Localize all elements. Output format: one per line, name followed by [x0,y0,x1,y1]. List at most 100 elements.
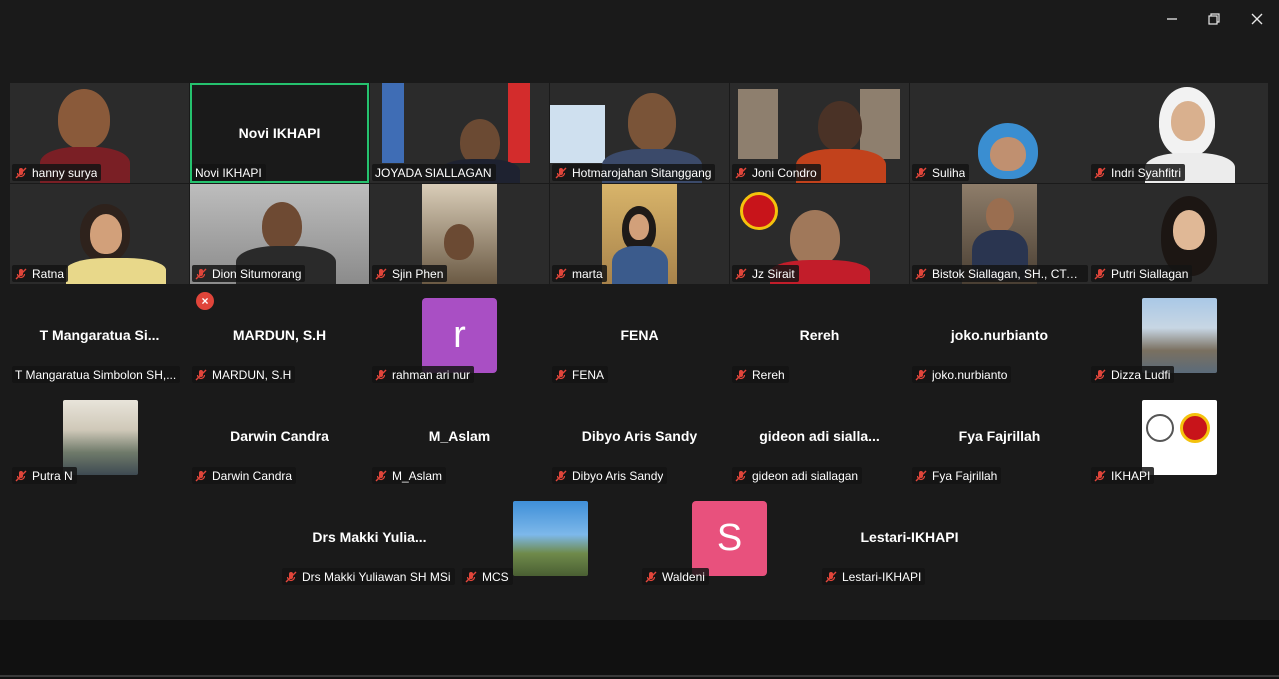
participant-tile[interactable]: Ratna [10,184,189,284]
muted-mic-icon [735,167,747,178]
participant-display-name: Darwin Candra [230,428,329,444]
participant-tile[interactable]: Suliha [910,83,1089,183]
participant-tile[interactable]: MCS [460,487,639,587]
participant-tile[interactable]: Putri Siallagan [1089,184,1268,284]
participant-name-label: JOYADA SIALLAGAN [372,164,496,181]
participant-tile[interactable]: Hotmarojahan Sitanggang [550,83,729,183]
restore-button[interactable] [1199,6,1229,32]
muted-mic-icon [825,571,837,582]
muted-mic-icon [555,369,567,380]
muted-mic-icon [1094,470,1106,481]
participant-tile[interactable]: JOYADA SIALLAGAN [370,83,549,183]
minimize-button[interactable] [1157,6,1187,32]
participant-name: T Mangaratua Simbolon SH,... [15,367,177,382]
participant-tile[interactable]: Putra N [10,386,189,486]
avatar-initial: S [692,501,767,576]
participant-tile[interactable]: Lestari-IKHAPI Lestari-IKHAPI [820,487,999,587]
participant-tile[interactable]: Joni Condro [730,83,909,183]
participant-name-label: Bistok Siallagan, SH., CTA, ... [912,265,1088,282]
participant-tile[interactable]: Rereh Rereh [730,285,909,385]
participant-video-face [1173,210,1205,250]
participant-tile[interactable]: T Mangaratua Si... T Mangaratua Simbolon… [10,285,189,385]
participant-name: M_Aslam [392,468,443,483]
participant-display-name: Lestari-IKHAPI [860,529,959,545]
participant-name-label: Rereh [732,366,789,383]
participant-video-face [629,214,649,240]
muted-mic-icon [915,470,927,481]
participant-tile[interactable]: Bistok Siallagan, SH., CTA, ... [910,184,1089,284]
participant-tile[interactable]: Darwin Candra Darwin Candra [190,386,369,486]
participant-name-label: Lestari-IKHAPI [822,568,926,585]
participant-name-label: FENA [552,366,609,383]
participant-name-label: Putra N [12,467,77,484]
participant-name: Dizza Ludfi [1111,367,1171,382]
participant-tile[interactable]: Jz Sirait [730,184,909,284]
participant-name: Putra N [32,468,73,483]
participant-tile-active-speaker[interactable]: Novi IKHAPI Novi IKHAPI [190,83,369,183]
muted-mic-icon [645,571,657,582]
flag-backdrop [508,83,530,163]
participant-name-label: Waldeni [642,568,709,585]
participant-video [818,101,862,151]
participant-video-body [612,246,668,284]
participant-tile[interactable]: gideon adi sialla... gideon adi siallaga… [730,386,909,486]
participant-name-label: rahman ari nur [372,366,475,383]
participant-tile[interactable]: Fya Fajrillah Fya Fajrillah [910,386,1089,486]
participant-display-name: Drs Makki Yulia... [312,529,427,545]
muted-mic-icon [915,167,927,178]
participant-name-label: T Mangaratua Simbolon SH,... [12,366,181,383]
muted-mic-icon [375,369,387,380]
profile-picture-landscape [513,501,588,576]
participant-tile[interactable]: M_Aslam M_Aslam [370,386,549,486]
remove-badge-icon[interactable]: × [196,292,214,310]
participant-name-label: Suliha [912,164,970,181]
participant-name-label: Hotmarojahan Sitanggang [552,164,716,181]
participant-video-body [66,258,166,284]
participant-tile[interactable]: × MARDUN, S.H MARDUN, S.H [190,285,369,385]
participant-name-label: gideon adi siallagan [732,467,863,484]
participant-display-name: Rereh [799,327,840,343]
divider [0,675,1279,677]
participant-name: Indri Syahfitri [1111,165,1182,180]
muted-mic-icon [1094,369,1106,380]
participant-tile[interactable]: Drs Makki Yulia... Drs Makki Yuliawan SH… [280,487,459,587]
restore-icon [1208,13,1220,25]
participant-tile[interactable]: hanny surya [10,83,189,183]
participant-tile[interactable]: Indri Syahfitri [1089,83,1268,183]
participant-name: gideon adi siallagan [752,468,859,483]
participant-display-name: Dibyo Aris Sandy [581,428,698,444]
participant-name-label: Sjin Phen [372,265,448,282]
muted-mic-icon [195,369,207,380]
participant-tile[interactable]: Dion Situmorang [190,184,369,284]
participant-tile[interactable]: joko.nurbianto joko.nurbianto [910,285,1089,385]
muted-mic-icon [555,470,567,481]
participant-tile[interactable]: FENA FENA [550,285,729,385]
participant-name: rahman ari nur [392,367,471,382]
muted-mic-icon [285,571,297,582]
participant-name: JOYADA SIALLAGAN [375,165,492,180]
participant-name-label: Putri Siallagan [1091,265,1193,282]
participant-name: Bistok Siallagan, SH., CTA, ... [932,266,1084,281]
participant-tile[interactable]: Dizza Ludfi [1089,285,1268,385]
close-button[interactable] [1242,6,1272,32]
participant-tile[interactable]: S Waldeni [640,487,819,587]
participant-name-label: MCS [462,568,513,585]
participant-name: MCS [482,569,509,584]
participant-video [790,210,840,266]
participant-name: joko.nurbianto [932,367,1008,382]
participant-tile[interactable]: marta [550,184,729,284]
participant-name: IKHAPI [1111,468,1151,483]
participant-video [986,198,1014,232]
window-backdrop [550,105,605,163]
participant-display-name: M_Aslam [428,428,491,444]
participant-tile[interactable]: IKHAPI [1089,386,1268,486]
participant-name-label: Drs Makki Yuliawan SH MSi [282,568,455,585]
participant-name-label: Darwin Candra [192,467,297,484]
participant-tile[interactable]: r rahman ari nur [370,285,549,385]
participant-tile[interactable]: Sjin Phen [370,184,549,284]
participant-tile[interactable]: Dibyo Aris Sandy Dibyo Aris Sandy [550,386,729,486]
participant-name-label: Indri Syahfitri [1091,164,1186,181]
participant-name: Putri Siallagan [1111,266,1189,281]
participant-name: Darwin Candra [212,468,293,483]
participant-name-label: MARDUN, S.H [192,366,296,383]
